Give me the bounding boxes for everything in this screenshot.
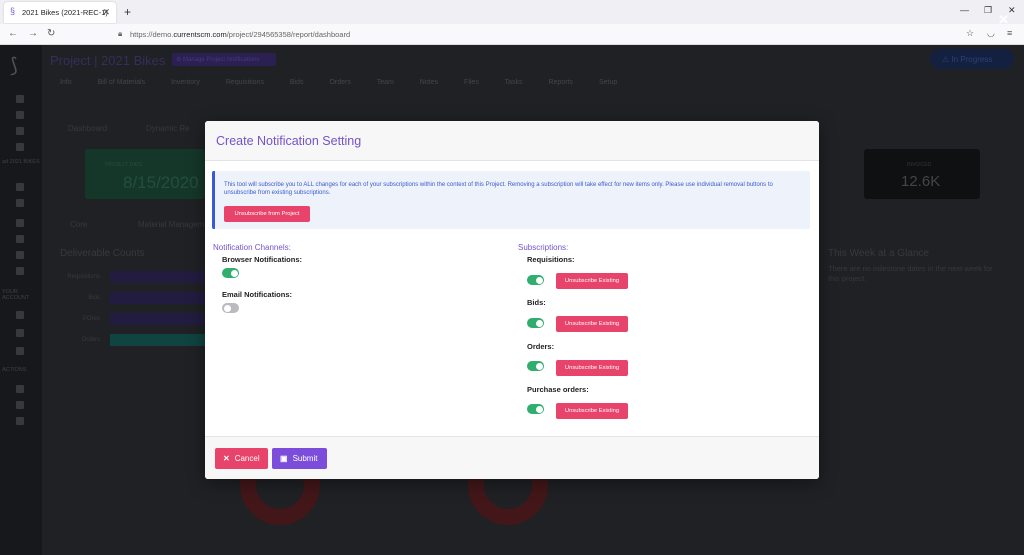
purchase-orders-toggle[interactable] [527, 404, 544, 414]
cancel-button[interactable]: ✕ Cancel [215, 448, 268, 469]
tab-title: 2021 Bikes (2021-REC-1) [22, 8, 108, 17]
new-tab-icon[interactable]: + [124, 5, 131, 19]
toggle-knob [223, 304, 231, 312]
url-field[interactable]: https://demo.currentscm.com/project/2945… [130, 30, 350, 39]
toggle-knob [535, 319, 543, 327]
email-notifications-label: Email Notifications: [222, 290, 293, 299]
back-icon[interactable]: ← [8, 28, 18, 39]
save-icon: ▣ [280, 454, 288, 463]
notification-modal: Create Notification Setting This tool wi… [205, 121, 819, 479]
modal-footer: ✕ Cancel ▣ Submit [205, 436, 819, 479]
restore-icon[interactable]: ❐ [984, 5, 992, 16]
channels-heading: Notification Channels: [213, 243, 291, 252]
toggle-knob [535, 405, 543, 413]
unsubscribe-purchase-orders-button[interactable]: Unsubscribe Existing [556, 403, 628, 419]
pocket-icon[interactable]: ◡ [987, 28, 995, 39]
toggle-knob [535, 362, 543, 370]
cancel-icon: ✕ [223, 454, 230, 463]
info-text: This tool will subscribe you to ALL chan… [224, 182, 773, 196]
browser-notifications-label: Browser Notifications: [222, 255, 303, 264]
bids-toggle[interactable] [527, 318, 544, 328]
unsubscribe-requisitions-button[interactable]: Unsubscribe Existing [556, 273, 628, 289]
requisitions-toggle[interactable] [527, 275, 544, 285]
bids-label: Bids: [527, 298, 546, 307]
bookmark-star-icon[interactable]: ☆ [966, 28, 974, 39]
browser-urlbar: ← → ↻ 🔒︎ https://demo.currentscm.com/pro… [0, 24, 1024, 45]
unsubscribe-from-project-button[interactable]: Unsubscribe from Project [224, 206, 310, 222]
close-icon[interactable]: ✕ [998, 12, 1009, 28]
tab-close-icon[interactable]: ✕ [102, 7, 110, 18]
menu-icon[interactable]: ≡ [1007, 28, 1012, 38]
cancel-label: Cancel [234, 454, 260, 463]
submit-button[interactable]: ▣ Submit [272, 448, 327, 469]
subscriptions-heading: Subscriptions: [518, 243, 569, 252]
browser-tab[interactable]: § 2021 Bikes (2021-REC-1) ✕ [4, 2, 116, 23]
lock-icon: 🔒︎ [118, 29, 123, 38]
submit-label: Submit [292, 454, 318, 463]
orders-toggle[interactable] [527, 361, 544, 371]
toggle-knob [230, 269, 238, 277]
orders-label: Orders: [527, 342, 555, 351]
unsubscribe-orders-button[interactable]: Unsubscribe Existing [556, 360, 628, 376]
modal-title: Create Notification Setting [216, 134, 362, 148]
window-close-icon[interactable]: ✕ [1008, 5, 1016, 16]
forward-icon[interactable]: → [28, 28, 38, 39]
modal-header: Create Notification Setting [205, 121, 819, 161]
browser-tabbar: § 2021 Bikes (2021-REC-1) ✕ + — ❐ ✕ [0, 0, 1024, 24]
requisitions-label: Requisitions: [527, 255, 575, 264]
app-favicon-icon: § [10, 6, 16, 16]
unsubscribe-bids-button[interactable]: Unsubscribe Existing [556, 316, 628, 332]
toggle-knob [535, 276, 543, 284]
minimize-icon[interactable]: — [960, 5, 969, 15]
browser-notifications-toggle[interactable] [222, 268, 239, 278]
reload-icon[interactable]: ↻ [47, 28, 55, 39]
purchase-orders-label: Purchase orders: [527, 385, 589, 394]
email-notifications-toggle[interactable] [222, 303, 239, 313]
